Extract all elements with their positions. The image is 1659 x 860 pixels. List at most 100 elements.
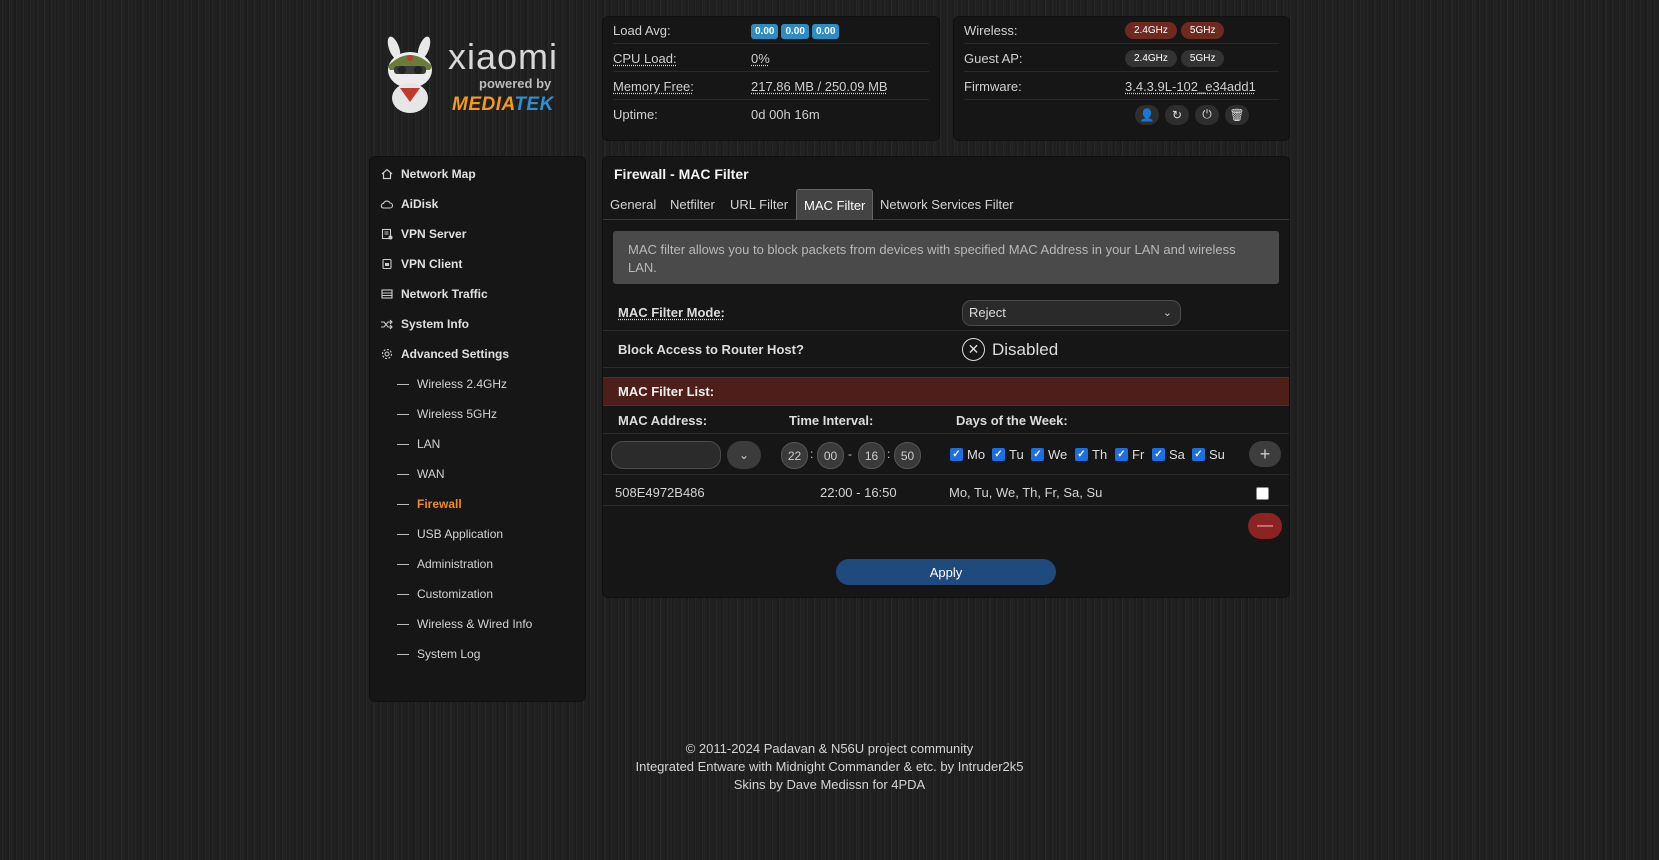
cpu-load-value[interactable]: 0% (751, 51, 770, 66)
mac-dropdown-button[interactable]: ⌄ (727, 441, 761, 469)
sidebar-sublabel: System Log (417, 647, 481, 661)
day-label: Mo (967, 447, 986, 462)
firmware-value[interactable]: 3.4.3.9L-102_e34add1 (1125, 79, 1256, 94)
day-checkbox-fr[interactable]: ✓ Fr (1115, 447, 1144, 462)
sidebar-subitem-wan[interactable]: WAN (397, 459, 585, 489)
sidebar-subitem-lan[interactable]: LAN (397, 429, 585, 459)
time-start-minute[interactable]: 00 (817, 442, 844, 469)
sidebar-subitem-wireless-wired-info[interactable]: Wireless & Wired Info (397, 609, 585, 639)
footer: © 2011-2024 Padavan & N56U project commu… (0, 740, 1659, 794)
sidebar-subitem-customization[interactable]: Customization (397, 579, 585, 609)
memory-label[interactable]: Memory Free: (613, 79, 751, 94)
sidebar-item-system-info[interactable]: System Info (370, 309, 585, 339)
day-checkbox-sa[interactable]: ✓ Sa (1152, 447, 1185, 462)
apply-button[interactable]: Apply (836, 559, 1056, 585)
mac-filter-mode-select[interactable]: Reject ⌄ (962, 299, 1181, 326)
sidebar-subitem-wireless-5[interactable]: Wireless 5GHz (397, 399, 585, 429)
trash-icon[interactable]: 🗑 (1225, 104, 1249, 125)
wireless-24-badge: 2.4GHz (1125, 21, 1177, 39)
load-avg-label: Load Avg: (613, 22, 671, 38)
tab-general[interactable]: General (603, 189, 663, 220)
close-circle-icon: ✕ (962, 338, 985, 361)
sidebar-item-vpn-client[interactable]: VPN Client (370, 249, 585, 279)
dash-icon (397, 653, 409, 655)
row-select-checkbox[interactable] (1256, 487, 1269, 500)
wireless-row: Wireless: 2.4GHz 5GHz (964, 17, 1279, 44)
dash-icon (397, 473, 409, 475)
sidebar-label: Network Traffic (401, 287, 488, 301)
tab-mac-filter[interactable]: MAC Filter (796, 189, 874, 220)
row-mac-address: 508E4972B486 (615, 485, 705, 500)
time-start-hour[interactable]: 22 (781, 442, 808, 469)
checkbox-checked-icon: ✓ (992, 448, 1005, 461)
day-checkbox-we[interactable]: ✓ We (1031, 447, 1067, 462)
checkbox-checked-icon: ✓ (1031, 448, 1044, 461)
add-entry-button[interactable]: + (1249, 441, 1281, 467)
tab-netfilter[interactable]: Netfilter (663, 189, 722, 220)
sidebar-item-network-map[interactable]: Network Map (370, 159, 585, 189)
mascot-icon (387, 36, 432, 113)
minus-icon: — (1257, 517, 1273, 534)
checkbox-checked-icon: ✓ (1192, 448, 1205, 461)
info-message: MAC filter allows you to block packets f… (613, 231, 1279, 284)
sidebar-subitem-wireless-24[interactable]: Wireless 2.4GHz (397, 369, 585, 399)
tab-url-filter[interactable]: URL Filter (723, 189, 795, 220)
day-label: We (1048, 447, 1068, 462)
toggle-state-label: Disabled (992, 339, 1059, 359)
wireless-5-badge: 5GHz (1180, 21, 1225, 39)
power-icon[interactable]: ⏻ (1195, 104, 1219, 125)
memory-value[interactable]: 217.86 MB / 250.09 MB (751, 79, 888, 94)
load-avg-1: 0.00 (751, 23, 779, 39)
sidebar-subitem-firewall[interactable]: Firewall (397, 489, 585, 519)
mac-address-input[interactable] (611, 441, 721, 469)
delete-entry-button[interactable]: — (1248, 513, 1282, 539)
time-end-minute[interactable]: 50 (894, 442, 921, 469)
cpu-load-label[interactable]: CPU Load: (613, 51, 751, 66)
chip-vendor-logo: MEDIATEK (452, 94, 554, 115)
mac-filter-mode-label[interactable]: MAC Filter Mode: (618, 305, 725, 320)
sidebar-item-aidisk[interactable]: AiDisk (370, 189, 585, 219)
sidebar-item-vpn-server[interactable]: VPN Server (370, 219, 585, 249)
day-checkbox-mo[interactable]: ✓ Mo (950, 447, 985, 462)
col-mac-address: MAC Address: (618, 413, 708, 428)
guest-5-badge: 5GHz (1180, 49, 1225, 67)
day-label: Su (1209, 447, 1225, 462)
sidebar-subitem-system-log[interactable]: System Log (397, 639, 585, 669)
checkbox-checked-icon: ✓ (1152, 448, 1165, 461)
day-checkbox-th[interactable]: ✓ Th (1075, 447, 1107, 462)
sidebar-subitem-usb[interactable]: USB Application (397, 519, 585, 549)
sidebar-item-advanced-settings[interactable]: Advanced Settings (370, 339, 585, 369)
guest-24-badge: 2.4GHz (1125, 49, 1177, 67)
sidebar-sublabel: USB Application (417, 527, 504, 541)
block-router-toggle[interactable]: ✕ Disabled (962, 338, 1058, 361)
tab-network-services-filter[interactable]: Network Services Filter (873, 189, 1021, 220)
block-router-label: Block Access to Router Host? (618, 342, 804, 357)
day-checkbox-su[interactable]: ✓ Su (1192, 447, 1225, 462)
sidebar-label: VPN Client (401, 257, 463, 271)
load-avg-values: 0.00 0.00 0.00 (751, 22, 842, 39)
table-row (603, 475, 1289, 506)
sidebar-sublabel: Administration (417, 557, 494, 571)
day-label: Fr (1132, 447, 1145, 462)
load-avg-row: Load Avg: 0.00 0.00 0.00 (613, 17, 929, 44)
row-time-interval: 22:00 - 16:50 (820, 485, 897, 500)
reboot-icon[interactable]: ↻ (1165, 104, 1189, 125)
cloud-icon (380, 198, 393, 211)
shuffle-icon (380, 318, 393, 331)
day-checkbox-tu[interactable]: ✓ Tu (992, 447, 1024, 462)
time-colon: : (810, 447, 814, 461)
uptime-label: Uptime: (613, 107, 658, 122)
sidebar-label: VPN Server (401, 227, 467, 241)
footer-copyright: © 2011-2024 Padavan & N56U project commu… (685, 741, 974, 756)
brand-logo: xiaomi powered by MEDIATEK (380, 36, 580, 121)
checkbox-checked-icon: ✓ (1115, 448, 1128, 461)
user-icon[interactable]: 👤 (1135, 104, 1159, 125)
time-end-hour[interactable]: 16 (858, 442, 885, 469)
dash-icon (397, 503, 409, 505)
sidebar-subitem-administration[interactable]: Administration (397, 549, 585, 579)
sidebar-item-network-traffic[interactable]: Network Traffic (370, 279, 585, 309)
day-label: Tu (1009, 447, 1024, 462)
sidebar-sublabel: Firewall (417, 497, 462, 511)
sidebar-sublabel: LAN (417, 437, 441, 451)
sidebar-sublabel: Wireless & Wired Info (417, 617, 533, 631)
